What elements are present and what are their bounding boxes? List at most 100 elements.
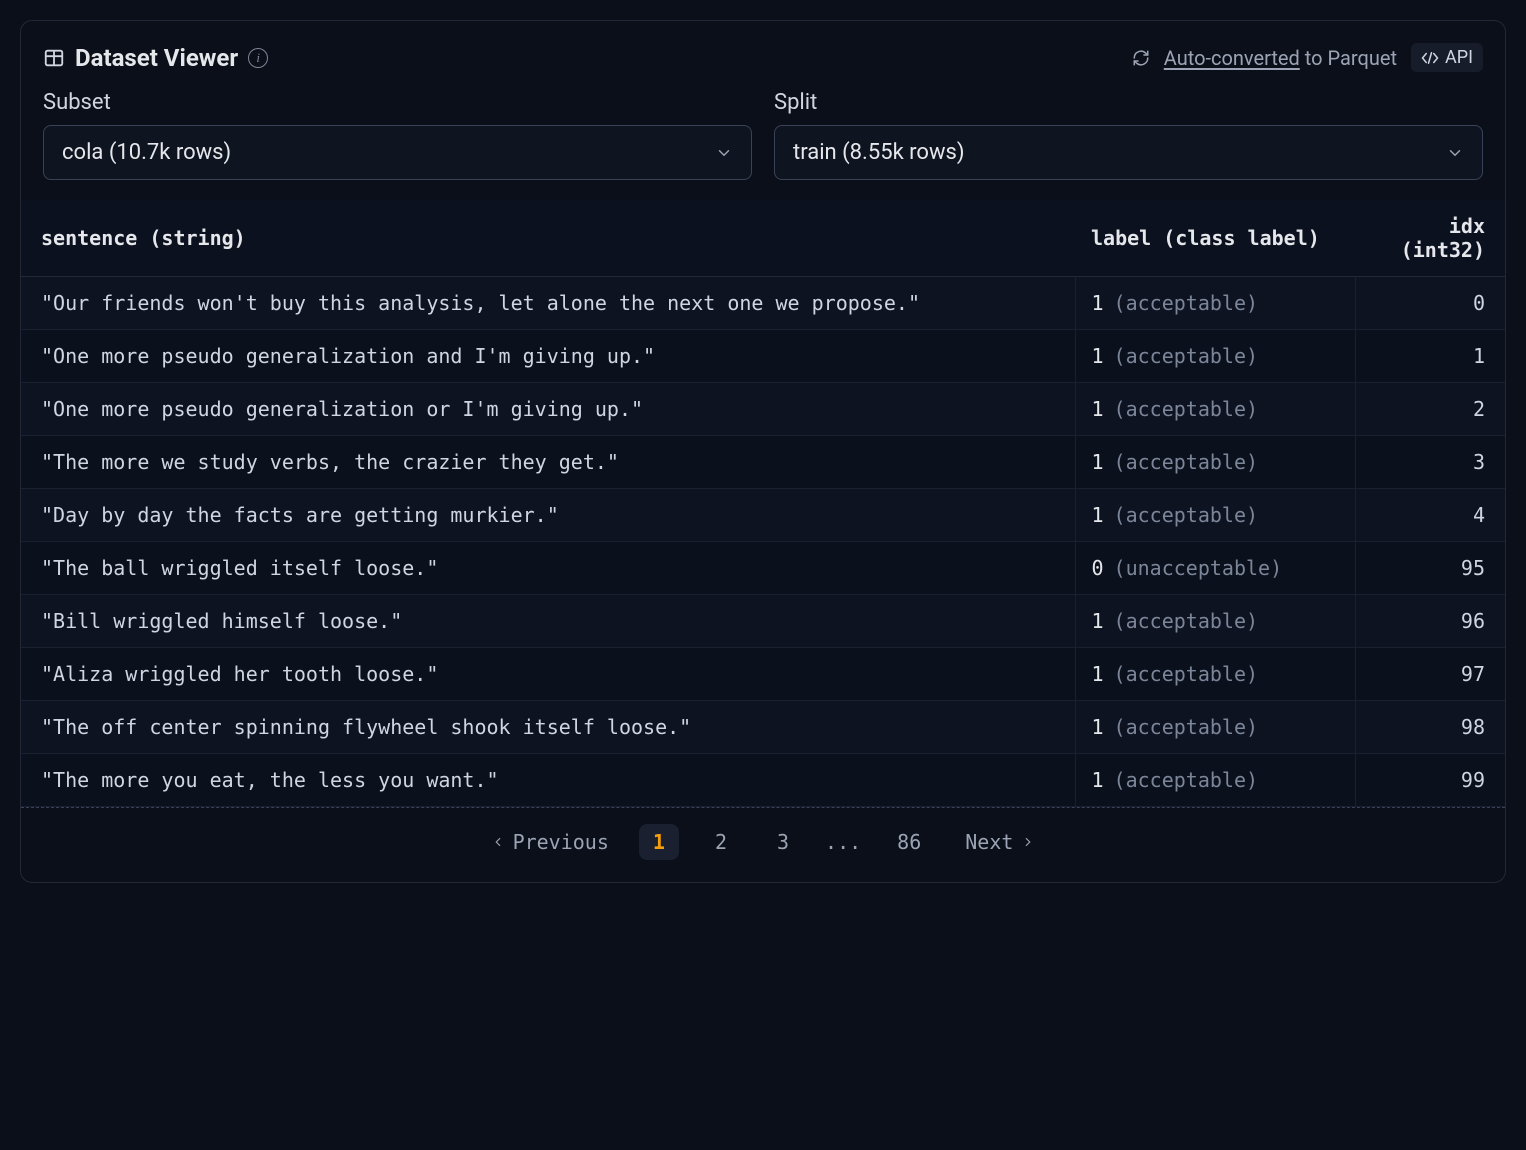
chevron-down-icon <box>1446 144 1464 162</box>
cell-idx: 2 <box>1355 383 1505 436</box>
cell-label: 1 (acceptable) <box>1075 701 1355 754</box>
header-row: Dataset Viewer i Auto-converted to Parqu… <box>21 43 1505 90</box>
cell-label: 1 (acceptable) <box>1075 754 1355 807</box>
label-num: 0 <box>1092 556 1104 580</box>
label-num: 1 <box>1092 450 1104 474</box>
cell-sentence: "Day by day the facts are getting murkie… <box>21 489 1075 542</box>
pagination: Previous 123... 86 Next <box>21 808 1505 864</box>
chevron-down-icon <box>715 144 733 162</box>
label-name: (acceptable) <box>1114 662 1259 686</box>
refresh-icon[interactable] <box>1132 49 1150 67</box>
title-group: Dataset Viewer i <box>43 44 268 72</box>
cell-label: 1 (acceptable) <box>1075 436 1355 489</box>
split-selector: Split train (8.55k rows) <box>774 90 1483 180</box>
label-name: (unacceptable) <box>1114 556 1283 580</box>
pager-pages: 123... 86 <box>639 824 935 860</box>
label-name: (acceptable) <box>1114 450 1259 474</box>
cell-sentence: "One more pseudo generalization and I'm … <box>21 330 1075 383</box>
label-name: (acceptable) <box>1114 397 1259 421</box>
auto-converted-link[interactable]: Auto-converted <box>1164 46 1300 70</box>
page-3[interactable]: 3 <box>763 824 803 860</box>
label-num: 1 <box>1092 715 1104 739</box>
prev-label: Previous <box>513 830 609 854</box>
label-name: (acceptable) <box>1114 344 1259 368</box>
panel-title: Dataset Viewer <box>75 44 238 72</box>
cell-sentence: "Aliza wriggled her tooth loose." <box>21 648 1075 701</box>
label-name: (acceptable) <box>1114 503 1259 527</box>
cell-label: 0 (unacceptable) <box>1075 542 1355 595</box>
page-1[interactable]: 1 <box>639 824 679 860</box>
chevron-right-icon <box>1021 835 1035 849</box>
info-icon[interactable]: i <box>248 48 268 68</box>
code-icon <box>1421 51 1439 65</box>
subset-selector: Subset cola (10.7k rows) <box>43 90 752 180</box>
header-right: Auto-converted to Parquet API <box>1132 43 1483 72</box>
split-select[interactable]: train (8.55k rows) <box>774 125 1483 180</box>
page-2[interactable]: 2 <box>701 824 741 860</box>
col-header-idx[interactable]: idx (int32) <box>1355 200 1505 277</box>
cell-label: 1 (acceptable) <box>1075 648 1355 701</box>
dataset-viewer-panel: Dataset Viewer i Auto-converted to Parqu… <box>20 20 1506 883</box>
subset-value: cola (10.7k rows) <box>62 140 231 165</box>
cell-idx: 98 <box>1355 701 1505 754</box>
cell-idx: 0 <box>1355 277 1505 330</box>
label-num: 1 <box>1092 662 1104 686</box>
cell-label: 1 (acceptable) <box>1075 277 1355 330</box>
table-row[interactable]: "The more we study verbs, the crazier th… <box>21 436 1505 489</box>
label-num: 1 <box>1092 503 1104 527</box>
label-name: (acceptable) <box>1114 609 1259 633</box>
api-label: API <box>1445 47 1473 68</box>
label-num: 1 <box>1092 291 1104 315</box>
col-header-label[interactable]: label (class label) <box>1075 200 1355 277</box>
next-page-button[interactable]: Next <box>965 830 1035 854</box>
table-row[interactable]: "The more you eat, the less you want." 1 (… <box>21 754 1505 807</box>
table-row[interactable]: "Day by day the facts are getting murkie… <box>21 489 1505 542</box>
cell-label: 1 (acceptable) <box>1075 595 1355 648</box>
data-table: sentence (string) label (class label) id… <box>21 200 1505 807</box>
chevron-left-icon <box>491 835 505 849</box>
split-label: Split <box>774 90 1483 115</box>
api-button[interactable]: API <box>1411 43 1483 72</box>
table-row[interactable]: "The off center spinning flywheel shook … <box>21 701 1505 754</box>
table-row[interactable]: "The ball wriggled itself loose." 0 (unacc… <box>21 542 1505 595</box>
table-icon <box>43 47 65 69</box>
cell-sentence: "The off center spinning flywheel shook … <box>21 701 1075 754</box>
cell-idx: 96 <box>1355 595 1505 648</box>
table-row[interactable]: "Aliza wriggled her tooth loose." 1 (accep… <box>21 648 1505 701</box>
table-row[interactable]: "One more pseudo generalization and I'm … <box>21 330 1505 383</box>
label-num: 1 <box>1092 768 1104 792</box>
cell-idx: 97 <box>1355 648 1505 701</box>
label-num: 1 <box>1092 344 1104 368</box>
cell-label: 1 (acceptable) <box>1075 489 1355 542</box>
auto-converted-text: Auto-converted to Parquet <box>1164 46 1397 70</box>
cell-label: 1 (acceptable) <box>1075 383 1355 436</box>
subset-select[interactable]: cola (10.7k rows) <box>43 125 752 180</box>
table-row[interactable]: "Bill wriggled himself loose." 1 (acceptab… <box>21 595 1505 648</box>
label-name: (acceptable) <box>1114 291 1259 315</box>
cell-idx: 99 <box>1355 754 1505 807</box>
label-name: (acceptable) <box>1114 768 1259 792</box>
cell-label: 1 (acceptable) <box>1075 330 1355 383</box>
cell-sentence: "The more we study verbs, the crazier th… <box>21 436 1075 489</box>
cell-sentence: "The more you eat, the less you want." <box>21 754 1075 807</box>
col-header-sentence[interactable]: sentence (string) <box>21 200 1075 277</box>
cell-idx: 1 <box>1355 330 1505 383</box>
split-value: train (8.55k rows) <box>793 140 965 165</box>
cell-sentence: "One more pseudo generalization or I'm g… <box>21 383 1075 436</box>
subset-label: Subset <box>43 90 752 115</box>
cell-idx: 4 <box>1355 489 1505 542</box>
label-num: 1 <box>1092 397 1104 421</box>
selectors-row: Subset cola (10.7k rows) Split train (8.… <box>21 90 1505 200</box>
page-ellipsis: ... <box>825 830 861 854</box>
page-86[interactable]: 86 <box>883 824 935 860</box>
label-name: (acceptable) <box>1114 715 1259 739</box>
next-label: Next <box>965 830 1013 854</box>
prev-page-button[interactable]: Previous <box>491 830 609 854</box>
label-num: 1 <box>1092 609 1104 633</box>
cell-sentence: "The ball wriggled itself loose." <box>21 542 1075 595</box>
table-row[interactable]: "Our friends won't buy this analysis, le… <box>21 277 1505 330</box>
table-row[interactable]: "One more pseudo generalization or I'm g… <box>21 383 1505 436</box>
cell-sentence: "Bill wriggled himself loose." <box>21 595 1075 648</box>
cell-sentence: "Our friends won't buy this analysis, le… <box>21 277 1075 330</box>
cell-idx: 3 <box>1355 436 1505 489</box>
